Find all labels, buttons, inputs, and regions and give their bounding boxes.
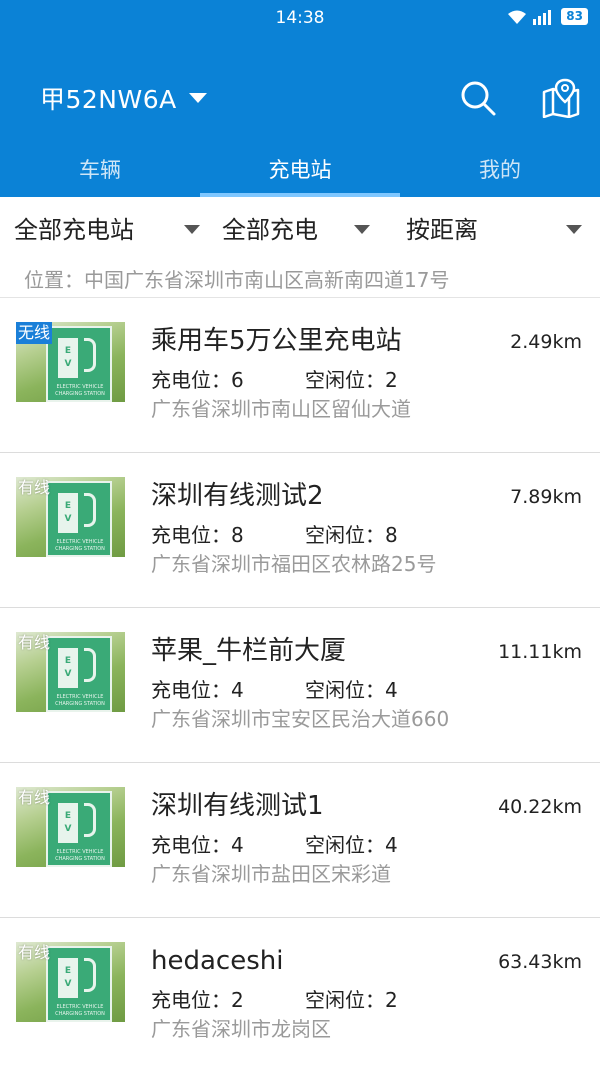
station-type-label: 全部充电站 <box>14 216 134 244</box>
tab-mine[interactable]: 我的 <box>400 144 600 197</box>
ev-sign-image: EV ELECTRIC VEHICLE CHARGING STATION <box>46 636 112 712</box>
station-address: 广东省深圳市盐田区宋彩道 <box>151 862 391 886</box>
station-distance: 40.22km <box>498 796 582 818</box>
status-bar: 14:38 83 <box>0 0 600 36</box>
station-address: 广东省深圳市龙岗区 <box>151 1017 331 1041</box>
charge-type-filter[interactable]: 全部充电 <box>210 197 394 263</box>
signal-icon <box>533 9 552 25</box>
total-slots: 充电位：6 <box>151 368 244 392</box>
station-thumbnail: EV ELECTRIC VEHICLE CHARGING STATION 有线 <box>16 787 125 867</box>
connection-type-badge: 有线 <box>18 788 51 807</box>
station-list-item[interactable]: EV ELECTRIC VEHICLE CHARGING STATION 有线 深… <box>0 763 600 918</box>
station-thumbnail: EV ELECTRIC VEHICLE CHARGING STATION 有线 <box>16 477 125 557</box>
station-counts: 充电位：4 空闲位：4 <box>151 676 398 704</box>
station-counts: 充电位：4 空闲位：4 <box>151 831 398 859</box>
ev-sign-image: EV ELECTRIC VEHICLE CHARGING STATION <box>46 946 112 1022</box>
filter-bar: 全部充电站 全部充电 按距离 <box>0 197 600 263</box>
station-counts: 充电位：6 空闲位：2 <box>151 366 398 394</box>
connection-type-badge: 有线 <box>18 478 51 497</box>
station-thumbnail: EV ELECTRIC VEHICLE CHARGING STATION 无线 <box>16 322 125 402</box>
main-tabs: 车辆 充电站 我的 <box>0 144 600 197</box>
map-pin-icon[interactable] <box>540 76 582 118</box>
free-slots: 空闲位：8 <box>305 523 398 547</box>
station-name: 深圳有线测试2 <box>151 481 324 511</box>
total-slots: 充电位：8 <box>151 523 244 547</box>
station-name: 乘用车5万公里充电站 <box>151 326 402 356</box>
connection-type-badge: 有线 <box>18 943 51 962</box>
station-list: EV ELECTRIC VEHICLE CHARGING STATION 无线 乘… <box>0 297 600 1067</box>
status-icons: 83 <box>507 8 588 25</box>
station-distance: 63.43km <box>498 951 582 973</box>
station-distance: 7.89km <box>510 486 582 508</box>
station-list-item[interactable]: EV ELECTRIC VEHICLE CHARGING STATION 有线 h… <box>0 918 600 1067</box>
total-slots: 充电位：4 <box>151 833 244 857</box>
ev-sign-image: EV ELECTRIC VEHICLE CHARGING STATION <box>46 481 112 557</box>
tab-vehicle[interactable]: 车辆 <box>0 144 200 197</box>
search-icon[interactable] <box>458 78 498 118</box>
station-counts: 充电位：8 空闲位：8 <box>151 521 398 549</box>
free-slots: 空闲位：2 <box>305 988 398 1012</box>
total-slots: 充电位：4 <box>151 678 244 702</box>
station-thumbnail: EV ELECTRIC VEHICLE CHARGING STATION 有线 <box>16 942 125 1022</box>
station-thumbnail: EV ELECTRIC VEHICLE CHARGING STATION 有线 <box>16 632 125 712</box>
caret-down-icon <box>566 225 582 234</box>
station-name: hedaceshi <box>151 946 284 976</box>
station-distance: 2.49km <box>510 331 582 353</box>
app-bar: 甲52NW6A <box>0 36 600 144</box>
total-slots: 充电位：2 <box>151 988 244 1012</box>
station-list-item[interactable]: EV ELECTRIC VEHICLE CHARGING STATION 有线 苹… <box>0 608 600 763</box>
connection-type-badge: 无线 <box>16 322 53 344</box>
station-name: 深圳有线测试1 <box>151 791 324 821</box>
caret-down-icon <box>184 225 200 234</box>
station-name: 苹果_牛栏前大厦 <box>151 636 347 666</box>
vehicle-plate: 甲52NW6A <box>40 85 177 114</box>
station-counts: 充电位：2 空闲位：2 <box>151 986 398 1014</box>
charge-type-label: 全部充电 <box>222 216 318 244</box>
station-list-item[interactable]: EV ELECTRIC VEHICLE CHARGING STATION 有线 深… <box>0 453 600 608</box>
battery-indicator: 83 <box>561 8 588 25</box>
station-address: 广东省深圳市福田区农林路25号 <box>151 552 437 576</box>
connection-type-badge: 有线 <box>18 633 51 652</box>
free-slots: 空闲位：4 <box>305 678 398 702</box>
sort-label: 按距离 <box>406 216 478 244</box>
sort-filter[interactable]: 按距离 <box>394 197 600 263</box>
caret-down-icon <box>354 225 370 234</box>
station-address: 广东省深圳市南山区留仙大道 <box>151 397 411 421</box>
tab-charging-station[interactable]: 充电站 <box>200 144 400 197</box>
free-slots: 空闲位：4 <box>305 833 398 857</box>
wifi-icon <box>508 10 527 24</box>
caret-down-icon <box>188 93 207 103</box>
free-slots: 空闲位：2 <box>305 368 398 392</box>
current-location: 位置：中国广东省深圳市南山区高新南四道17号 <box>24 268 450 292</box>
station-distance: 11.11km <box>498 641 582 663</box>
ev-sign-image: EV ELECTRIC VEHICLE CHARGING STATION <box>46 326 112 402</box>
vehicle-selector[interactable]: 甲52NW6A <box>40 80 207 116</box>
station-type-filter[interactable]: 全部充电站 <box>0 197 210 263</box>
station-list-item[interactable]: EV ELECTRIC VEHICLE CHARGING STATION 无线 乘… <box>0 298 600 453</box>
station-address: 广东省深圳市宝安区民治大道660 <box>151 707 450 731</box>
ev-sign-image: EV ELECTRIC VEHICLE CHARGING STATION <box>46 791 112 867</box>
